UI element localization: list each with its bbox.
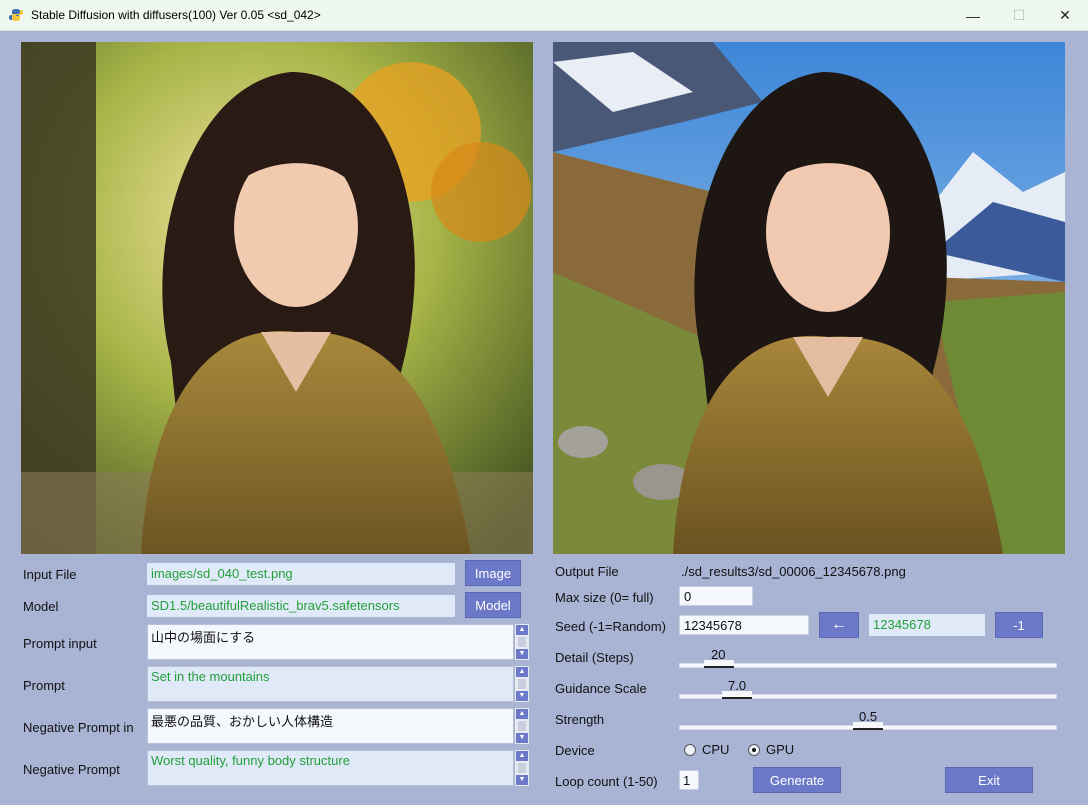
model-button[interactable]: Model xyxy=(465,592,521,618)
input-image xyxy=(21,42,533,554)
prompt-scrollbar[interactable]: ▲ ▼ xyxy=(515,666,529,702)
guidance-scale-label: Guidance Scale xyxy=(555,681,647,696)
exit-button[interactable]: Exit xyxy=(945,767,1033,793)
negative-prompt-textarea[interactable]: Worst quality, funny body structure xyxy=(147,750,514,786)
max-size-label: Max size (0= full) xyxy=(555,590,654,605)
prompt-input-scrollbar[interactable]: ▲ ▼ xyxy=(515,624,529,660)
scroll-thumb[interactable] xyxy=(518,679,526,689)
negative-prompt-label: Negative Prompt xyxy=(23,762,120,777)
scroll-up-icon[interactable]: ▲ xyxy=(516,667,528,677)
device-cpu-radio[interactable] xyxy=(684,744,696,756)
maximize-button[interactable]: ☐ xyxy=(996,0,1042,31)
scroll-up-icon[interactable]: ▲ xyxy=(516,751,528,761)
close-button[interactable]: ✕ xyxy=(1042,0,1088,31)
input-file-label: Input File xyxy=(23,567,77,582)
output-file-value: ./sd_results3/sd_00006_12345678.png xyxy=(681,564,906,579)
image-button[interactable]: Image xyxy=(465,560,521,586)
prompt-input-textarea[interactable]: 山中の場面にする xyxy=(147,624,514,660)
scroll-thumb[interactable] xyxy=(518,763,526,773)
generate-button[interactable]: Generate xyxy=(753,767,841,793)
scroll-down-icon[interactable]: ▼ xyxy=(516,775,528,785)
loop-count-input[interactable]: 1 xyxy=(679,770,699,790)
output-file-label: Output File xyxy=(555,564,619,579)
model-field[interactable]: SD1.5/beautifulRealistic_brav5.safetenso… xyxy=(147,595,455,617)
detail-steps-thumb[interactable] xyxy=(704,660,734,668)
loop-count-label: Loop count (1-50) xyxy=(555,774,658,789)
negative-prompt-scrollbar[interactable]: ▲ ▼ xyxy=(515,750,529,786)
seed-arrow-button[interactable]: ← xyxy=(819,612,859,638)
device-gpu-label: GPU xyxy=(766,742,795,757)
random-seed-button[interactable]: -1 xyxy=(995,612,1043,638)
detail-steps-slider[interactable] xyxy=(679,663,1057,668)
scroll-down-icon[interactable]: ▼ xyxy=(516,691,528,701)
scroll-down-icon[interactable]: ▼ xyxy=(516,733,528,743)
window-title: Stable Diffusion with diffusers(100) Ver… xyxy=(31,8,321,22)
prompt-textarea[interactable]: Set in the mountains xyxy=(147,666,514,702)
input-file-field[interactable]: images/sd_040_test.png xyxy=(147,563,455,585)
prompt-label: Prompt xyxy=(23,678,65,693)
scroll-up-icon[interactable]: ▲ xyxy=(516,625,528,635)
device-label: Device xyxy=(555,743,595,758)
strength-label: Strength xyxy=(555,712,605,727)
seed-input[interactable]: 12345678 xyxy=(679,615,809,635)
scroll-thumb[interactable] xyxy=(518,637,526,647)
device-cpu-label: CPU xyxy=(702,742,730,757)
seed-label: Seed (-1=Random) xyxy=(555,619,666,634)
device-gpu-radio[interactable] xyxy=(748,744,760,756)
output-image xyxy=(553,42,1065,554)
guidance-scale-thumb[interactable] xyxy=(722,691,752,699)
last-seed-field: 12345678 xyxy=(869,614,985,636)
prompt-input-label: Prompt input xyxy=(23,636,97,651)
negative-prompt-input-label: Negative Prompt in xyxy=(23,720,134,735)
negative-prompt-input-scrollbar[interactable]: ▲ ▼ xyxy=(515,708,529,744)
detail-steps-label: Detail (Steps) xyxy=(555,650,634,665)
scroll-up-icon[interactable]: ▲ xyxy=(516,709,528,719)
python-icon xyxy=(9,9,23,21)
strength-thumb[interactable] xyxy=(853,722,883,730)
minimize-button[interactable]: — xyxy=(950,0,996,31)
title-bar: Stable Diffusion with diffusers(100) Ver… xyxy=(0,0,1088,31)
max-size-input[interactable]: 0 xyxy=(679,586,753,606)
model-label: Model xyxy=(23,599,59,614)
scroll-down-icon[interactable]: ▼ xyxy=(516,649,528,659)
scroll-thumb[interactable] xyxy=(518,721,526,731)
negative-prompt-input-textarea[interactable]: 最悪の品質、おかしい人体構造 xyxy=(147,708,514,744)
